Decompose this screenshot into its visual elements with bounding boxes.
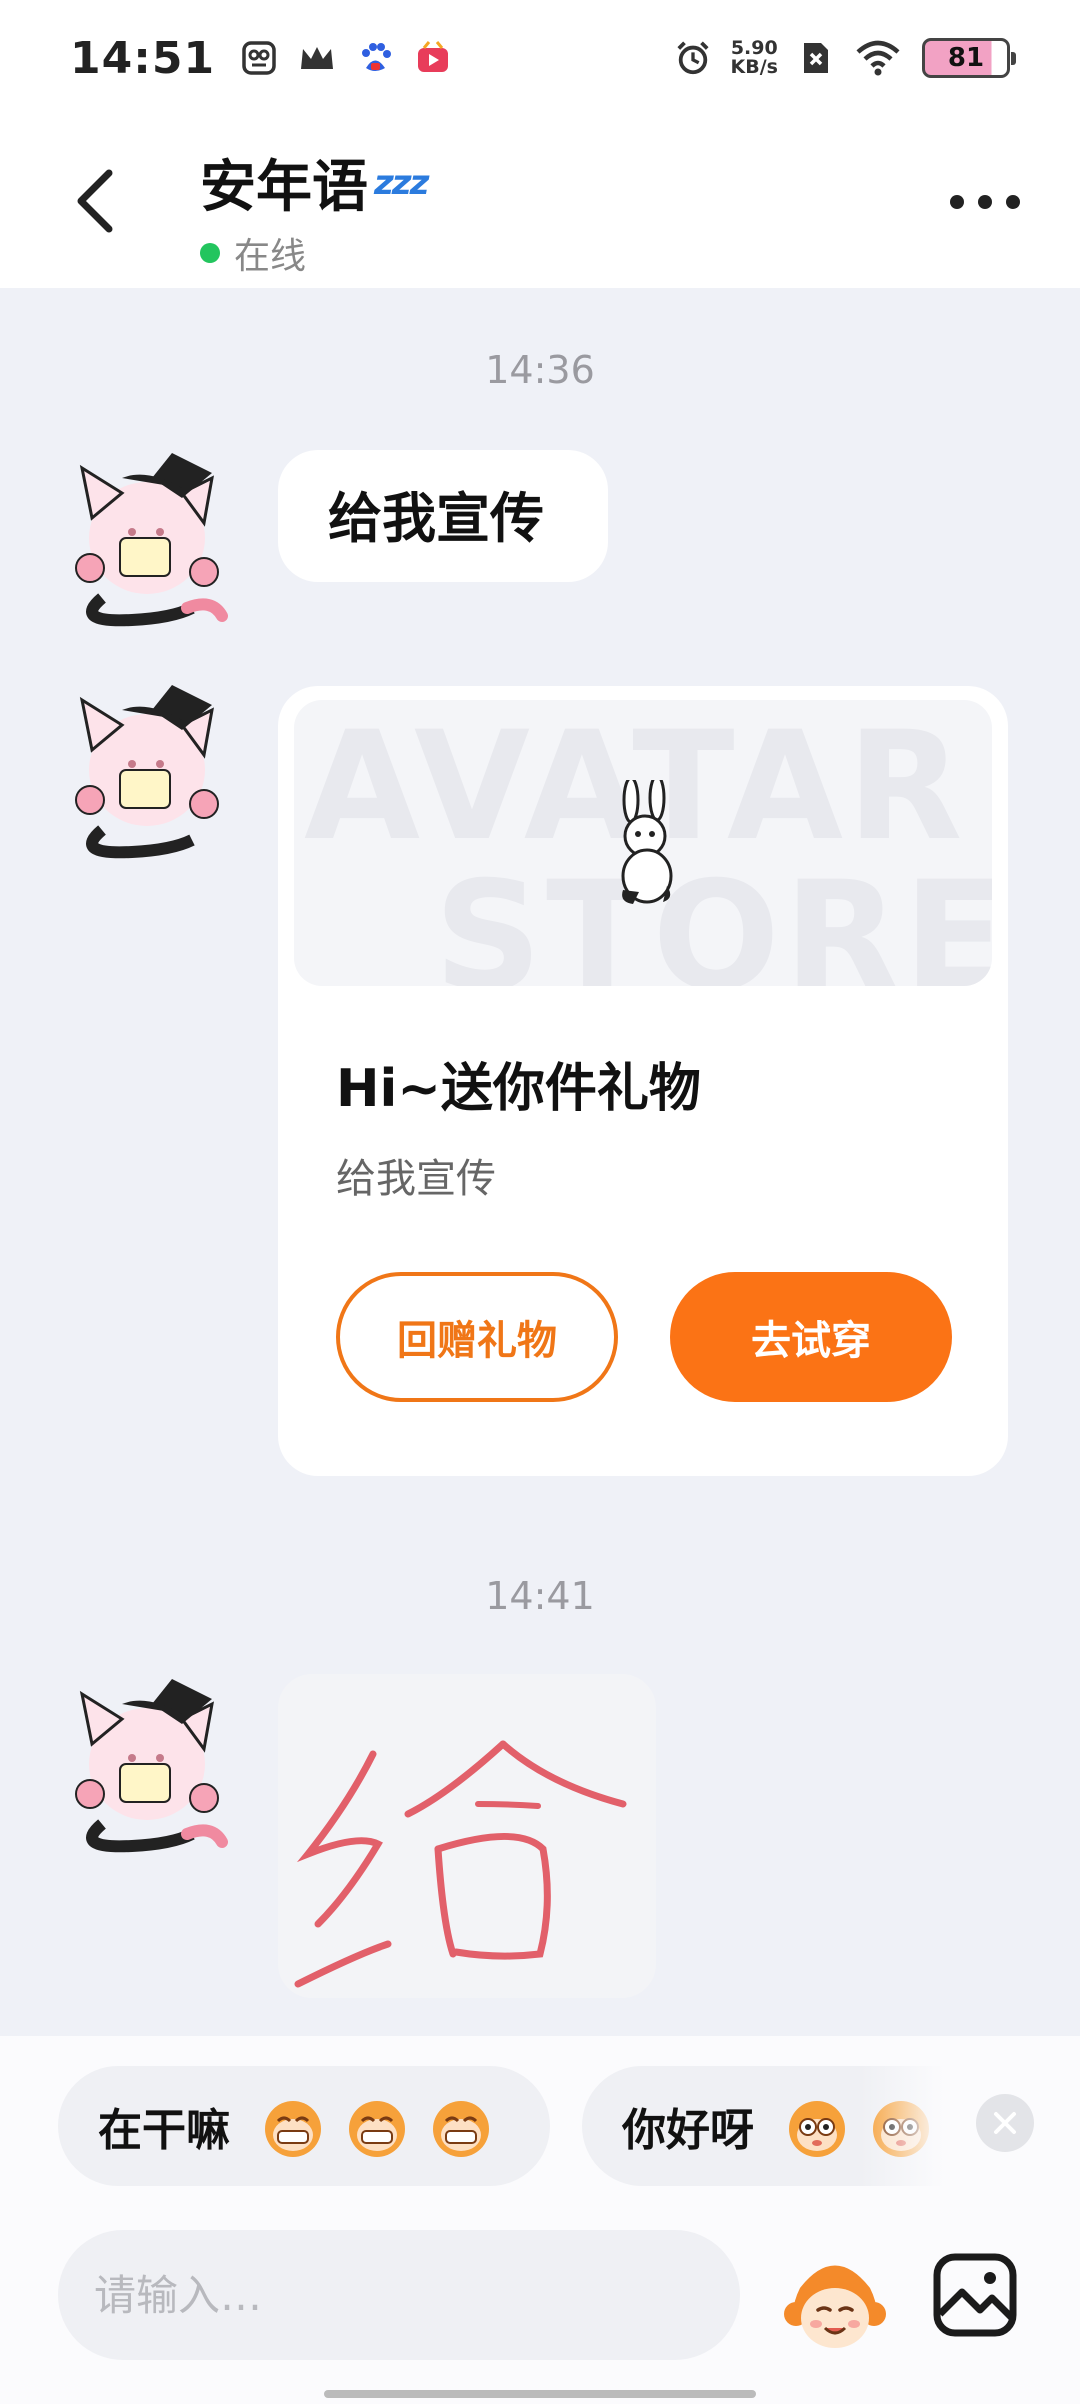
message-input-container[interactable] (58, 2230, 740, 2360)
message-bubble[interactable]: 给我宣传 (278, 450, 608, 582)
battery-level: 81 (947, 43, 985, 73)
sleep-zzz-icon: zzz (374, 162, 429, 203)
more-dot-icon (1006, 195, 1020, 209)
message-input[interactable] (94, 2270, 694, 2320)
sticker-button[interactable] (780, 2248, 890, 2358)
quick-reply-text: 你好呀 (622, 2105, 754, 2156)
online-status-dot (200, 243, 220, 263)
gift-card[interactable]: AVATAR STORE Hi~送你件礼物 给我宣传 回赠礼物 去试穿 (278, 686, 1008, 1476)
contact-name: 安年语 (200, 155, 368, 220)
monkey-mascot-icon (784, 2265, 886, 2348)
try-on-button[interactable]: 去试穿 (670, 1272, 952, 1402)
status-right-icons: 5.90 KB/s 81 (675, 38, 1016, 78)
contact-avatar[interactable] (62, 680, 232, 860)
baidu-paw-icon (357, 40, 393, 76)
wifi-icon (854, 40, 902, 76)
watermark-store: STORE (434, 850, 992, 986)
network-speed: 5.90 KB/s (731, 39, 778, 77)
handwriting-image-message[interactable] (278, 1674, 656, 1998)
quick-reply-chip[interactable]: 在干嘛 (58, 2066, 550, 2186)
gift-banner: AVATAR STORE (294, 700, 992, 986)
gift-subtitle: 给我宣传 (336, 1156, 496, 1202)
status-bar: 14:51 5.90 KB/s 81 (0, 0, 1080, 116)
chat-area[interactable]: 14:36 给我宣传 STORE Hi~送你件礼物 给我宣传 回赠礼物 去试穿 … (0, 288, 1080, 2036)
battery-indicator: 81 (922, 38, 1016, 78)
crown-icon (299, 40, 335, 76)
contact-info[interactable]: 安年语 zzz 在线 (200, 142, 429, 279)
contact-avatar[interactable] (62, 448, 232, 628)
chevron-left-icon (77, 169, 113, 233)
back-button[interactable] (60, 166, 130, 236)
timestamp: 14:41 (485, 1574, 595, 1618)
grin-monkey-icon (433, 2101, 489, 2157)
bunny-gift-icon (621, 780, 673, 904)
video-app-icon (415, 40, 451, 76)
alarm-icon (675, 40, 711, 76)
quick-reply-row: 在干嘛 你好呀 (58, 2066, 1080, 2186)
grin-monkey-icon (265, 2101, 321, 2157)
scan-app-icon (241, 40, 277, 76)
net-speed-unit: KB/s (730, 56, 778, 78)
send-image-button[interactable] (932, 2252, 1018, 2338)
return-gift-button[interactable]: 回赠礼物 (336, 1272, 618, 1402)
status-time: 14:51 (70, 32, 216, 84)
sim-off-icon (798, 40, 834, 76)
gift-title: Hi~送你件礼物 (336, 1059, 701, 1119)
online-status-text: 在线 (234, 236, 307, 277)
notification-icons (241, 40, 451, 76)
quick-reply-text: 在干嘛 (98, 2105, 230, 2156)
home-indicator[interactable] (324, 2390, 756, 2398)
timestamp: 14:36 (485, 348, 595, 392)
more-options-button[interactable] (950, 182, 1020, 222)
contact-avatar[interactable] (62, 1674, 232, 1854)
handwritten-character-image (294, 1740, 627, 1988)
chat-header: 安年语 zzz 在线 (0, 116, 1080, 288)
grin-monkey-icon (349, 2101, 405, 2157)
close-quick-replies-button[interactable] (976, 2094, 1034, 2152)
close-icon (994, 2112, 1016, 2134)
wide-eye-monkey-icon (789, 2101, 845, 2157)
more-dot-icon (978, 195, 992, 209)
message-text: 给我宣传 (328, 487, 544, 550)
more-dot-icon (950, 195, 964, 209)
image-icon (933, 2253, 1017, 2337)
